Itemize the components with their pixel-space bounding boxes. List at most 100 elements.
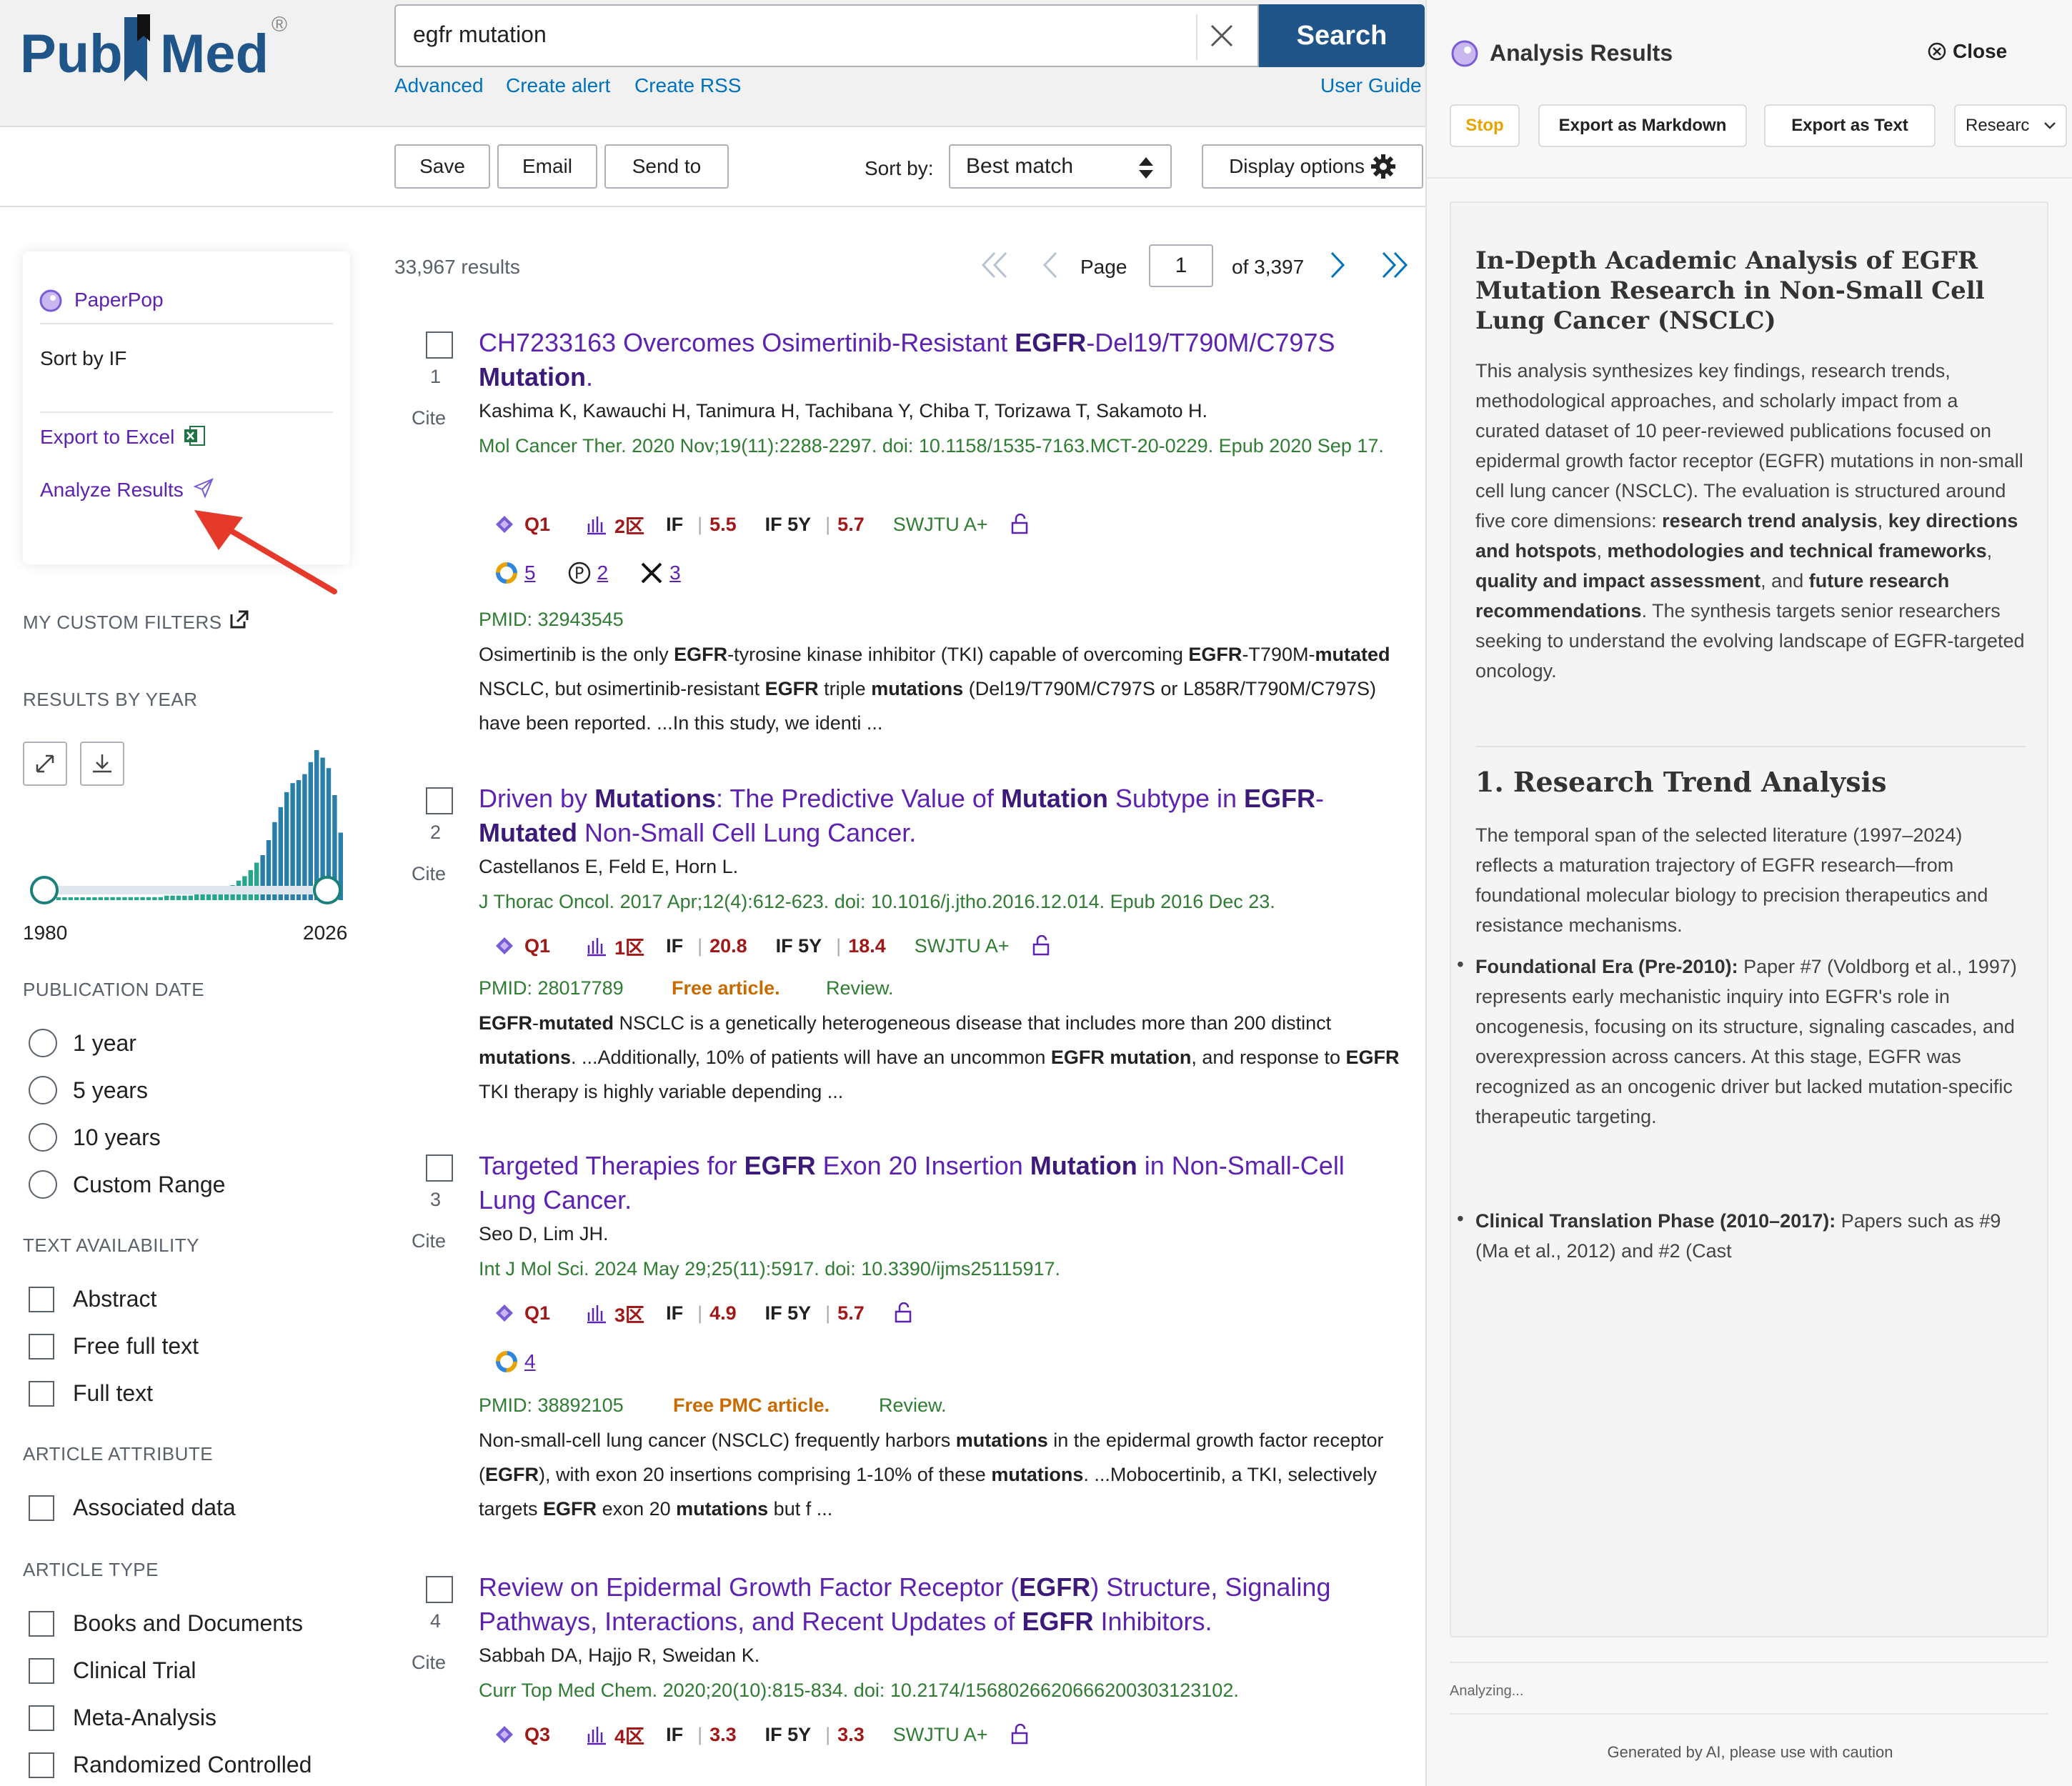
svg-text:P: P	[574, 565, 584, 583]
article-number: 3	[430, 1189, 442, 1210]
paperpop-link[interactable]: PaperPop	[74, 289, 164, 311]
page-number-input[interactable]: 1	[1149, 244, 1213, 287]
histogram-bar	[296, 780, 302, 900]
filter-10-years[interactable]: 10 years	[29, 1123, 161, 1152]
histogram-bar	[248, 870, 253, 900]
title-highlight: EGFR	[744, 1151, 816, 1180]
impact-factor-5y: 18.4	[848, 934, 886, 957]
filter-label: Custom Range	[73, 1171, 226, 1197]
pubmed-logo[interactable]: Pub Med ®	[20, 13, 292, 91]
stop-button[interactable]: Stop	[1450, 104, 1520, 147]
cite-button[interactable]: Cite	[412, 1230, 446, 1252]
journal-metrics: Q1 1区 IF | 20.8 IF 5Y | 18.4 SWJTU A+	[494, 932, 1052, 960]
search-input[interactable]: egfr mutation	[394, 4, 1259, 67]
checkbox[interactable]	[29, 1752, 54, 1778]
close-panel-button[interactable]: Close	[1927, 40, 2007, 63]
article-checkbox[interactable]	[426, 331, 453, 359]
filter-1-year[interactable]: 1 year	[29, 1029, 136, 1057]
unlock-icon[interactable]	[1010, 1724, 1031, 1745]
filter-5-years[interactable]: 5 years	[29, 1076, 148, 1104]
export-text-button[interactable]: Export as Text	[1764, 104, 1936, 147]
x-mentions-count[interactable]: 3	[669, 562, 681, 584]
article-title-link[interactable]: Targeted Therapies for EGFR Exon 20 Inse…	[479, 1149, 1379, 1217]
checkbox[interactable]	[29, 1657, 54, 1684]
free-pmc-article-badge: Free PMC article.	[673, 1395, 830, 1416]
filter-full-text[interactable]: Full text	[29, 1380, 153, 1407]
checkbox[interactable]	[29, 1610, 54, 1637]
impact-factor: 4.9	[709, 1302, 737, 1324]
export-to-excel-link[interactable]: Export to Excel	[40, 426, 174, 449]
cite-button[interactable]: Cite	[412, 407, 446, 429]
bullet-head: Foundational Era (Pre-2010):	[1475, 956, 1738, 977]
filter-randomized-controlled[interactable]: Randomized Controlled	[29, 1752, 312, 1778]
results-by-year-histogram	[44, 750, 343, 900]
checkbox[interactable]	[29, 1333, 54, 1360]
results-by-year-heading: RESULTS BY YEAR	[23, 689, 198, 710]
search-button[interactable]: Search	[1259, 4, 1425, 67]
filter-associated-data[interactable]: Associated data	[29, 1495, 236, 1521]
cite-button[interactable]: Cite	[412, 1652, 446, 1674]
save-button[interactable]: Save	[394, 144, 490, 189]
year-slider-start-handle[interactable]	[30, 876, 59, 904]
article-pmid: PMID: 28017789	[479, 977, 624, 999]
analyze-results-link[interactable]: Analyze Results	[40, 479, 184, 502]
article-title-link[interactable]: CH7233163 Overcomes Osimertinib-Resistan…	[479, 326, 1379, 394]
external-link-icon[interactable]	[229, 609, 250, 630]
ai-disclaimer: Generated by AI, please use with caution	[1607, 1743, 1893, 1761]
article-title-link[interactable]: Driven by Mutations: The Predictive Valu…	[479, 782, 1379, 850]
article-checkbox[interactable]	[426, 1576, 453, 1603]
last-page-icon[interactable]	[1378, 247, 1413, 283]
display-options-button[interactable]: Display options	[1202, 144, 1423, 189]
radio[interactable]	[29, 1170, 57, 1199]
patent-count[interactable]: 2	[597, 562, 609, 584]
article-number: 1	[430, 366, 442, 387]
checkbox[interactable]	[29, 1495, 54, 1521]
create-rss-link[interactable]: Create RSS	[634, 74, 741, 97]
divider	[1450, 1662, 2048, 1663]
snippet-highlight: EGFR	[479, 1012, 533, 1034]
create-alert-link[interactable]: Create alert	[506, 74, 610, 97]
previous-page-icon[interactable]	[1036, 247, 1065, 283]
filter-abstract[interactable]: Abstract	[29, 1286, 156, 1312]
checkbox[interactable]	[29, 1705, 54, 1731]
filter-meta-analysis[interactable]: Meta-Analysis	[29, 1705, 216, 1731]
filter-custom-range[interactable]: Custom Range	[29, 1170, 225, 1199]
histogram-bar	[200, 894, 205, 900]
export-markdown-button[interactable]: Export as Markdown	[1538, 104, 1747, 147]
clear-search-button[interactable]	[1196, 14, 1242, 60]
altmetric-count[interactable]: 5	[524, 562, 536, 584]
email-button[interactable]: Email	[497, 144, 597, 189]
radio[interactable]	[29, 1029, 57, 1057]
cite-button[interactable]: Cite	[412, 863, 446, 885]
article-checkbox[interactable]	[426, 1154, 453, 1182]
snippet-text: Osimertinib is the only	[479, 644, 674, 665]
snippet-text: -	[532, 1012, 539, 1034]
research-type-select[interactable]: Researc	[1954, 104, 2067, 147]
title-text: -	[1315, 784, 1325, 813]
next-page-icon[interactable]	[1323, 247, 1352, 283]
title-highlight: EGFR	[1244, 784, 1316, 813]
altmetric-count[interactable]: 4	[524, 1350, 536, 1373]
filter-free-full-text[interactable]: Free full text	[29, 1333, 199, 1360]
unlock-icon[interactable]	[893, 1302, 915, 1324]
unlock-icon[interactable]	[1010, 514, 1031, 535]
first-page-icon[interactable]	[976, 247, 1012, 283]
sort-select[interactable]: Best match	[949, 144, 1172, 189]
sort-by-if-item[interactable]: Sort by IF	[40, 347, 126, 370]
article-title-link[interactable]: Review on Epidermal Growth Factor Recept…	[479, 1570, 1379, 1639]
article-checkbox[interactable]	[426, 787, 453, 814]
filter-clinical-trial[interactable]: Clinical Trial	[29, 1657, 196, 1684]
journal-metrics: Q3 4区 IF | 3.3 IF 5Y | 3.3 SWJTU A+	[494, 1720, 1031, 1749]
checkbox[interactable]	[29, 1380, 54, 1407]
radio[interactable]	[29, 1123, 57, 1152]
unlock-icon[interactable]	[1031, 935, 1052, 957]
analyzing-status: Analyzing...	[1450, 1683, 1524, 1699]
advanced-link[interactable]: Advanced	[394, 74, 484, 97]
checkbox[interactable]	[29, 1286, 54, 1312]
send-to-button[interactable]: Send to	[604, 144, 729, 189]
radio[interactable]	[29, 1076, 57, 1104]
filter-books-and-documents[interactable]: Books and Documents	[29, 1610, 303, 1637]
year-slider-end-handle[interactable]	[313, 876, 342, 904]
filter-label: 1 year	[73, 1029, 136, 1056]
user-guide-link[interactable]: User Guide	[1320, 74, 1422, 97]
